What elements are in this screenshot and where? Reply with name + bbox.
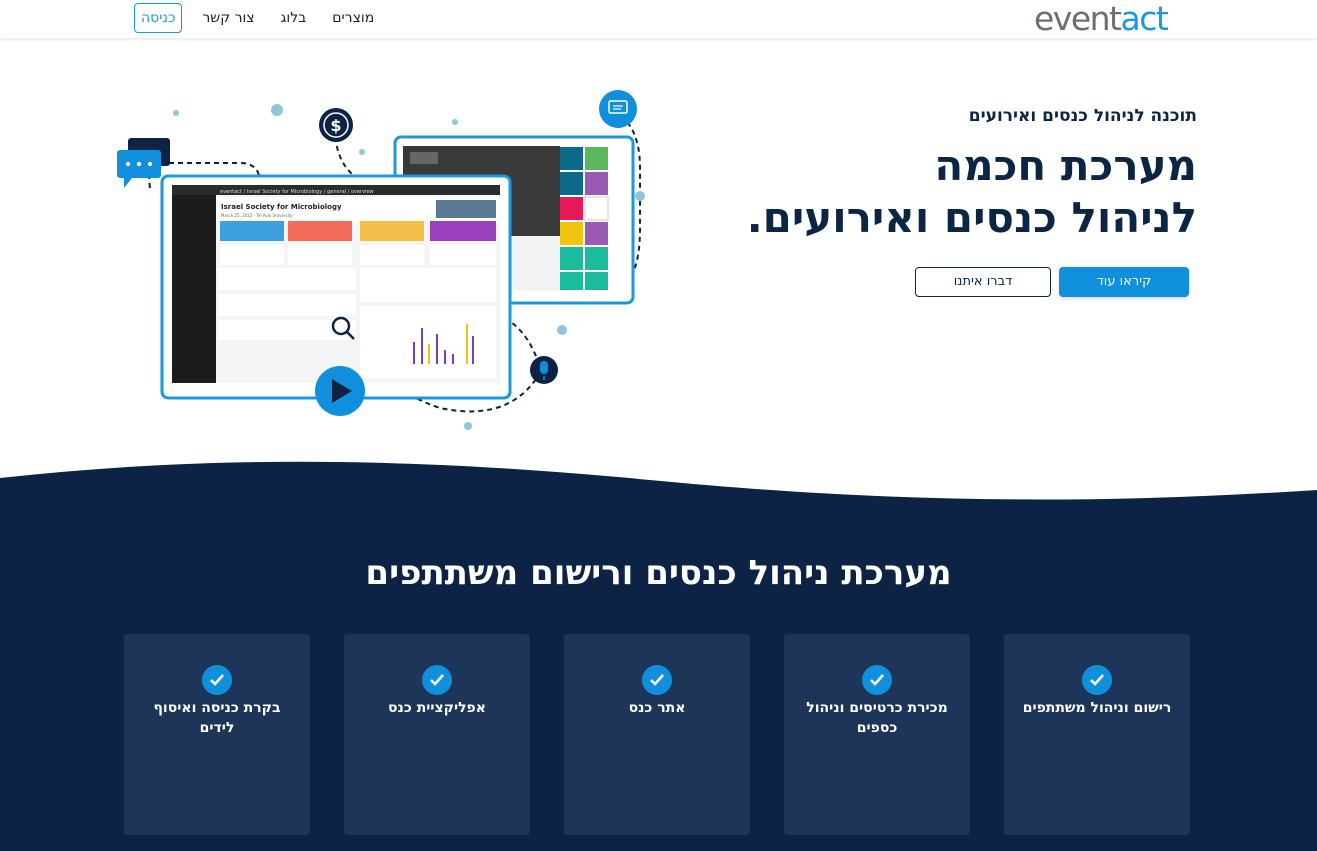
checkmark-icon xyxy=(862,665,892,695)
feature-card-label: אפליקציית כנס xyxy=(388,700,486,716)
nav-link-products[interactable]: מוצרים xyxy=(332,10,374,26)
checkmark-icon xyxy=(422,665,452,695)
play-icon[interactable] xyxy=(315,366,365,416)
checkmark-icon xyxy=(1082,665,1112,695)
feature-card-label: אתר כנס xyxy=(628,700,686,716)
feature-card[interactable]: אתר כנס xyxy=(564,634,750,835)
mockup-date: March 25, 2022 - Tel Aviv University xyxy=(221,213,293,218)
nav-links: כניסה צור קשר בלוג מוצרים xyxy=(134,3,400,33)
microphone-icon xyxy=(530,356,558,384)
nav-link-contact[interactable]: צור קשר xyxy=(202,10,254,26)
hero-title-line2: לניהול כנסים ואירועים. xyxy=(746,193,1197,242)
message-icon xyxy=(599,90,637,128)
feature-card[interactable]: מכירת כרטיסים וניהול כספים xyxy=(784,634,970,835)
read-more-button[interactable]: קיראו עוד xyxy=(1059,267,1189,297)
hero-subtitle: תוכנה לניהול כנסים ואירועים xyxy=(968,106,1197,126)
feature-card[interactable]: רישום וניהול משתתפים xyxy=(1004,634,1190,835)
nav-link-blog[interactable]: בלוג xyxy=(281,10,307,26)
hero-illustration: $ eventact / Israel Society for Microbio… xyxy=(117,90,645,430)
features-title: מערכת ניהול כנסים ורישום משתתפים xyxy=(365,553,952,593)
top-navbar: eventact כניסה צור קשר בלוג מוצרים xyxy=(0,0,1317,38)
feature-card-label: מכירת כרטיסים וניהול כספים xyxy=(806,700,948,736)
eventact-logo[interactable]: eventact xyxy=(1034,0,1169,38)
feature-card[interactable]: בקרת כניסה ואיסוף לידים xyxy=(124,634,310,835)
svg-text:$: $ xyxy=(330,116,341,135)
checkmark-icon xyxy=(202,665,232,695)
dollar-icon: $ xyxy=(319,108,353,142)
logo-suffix: act xyxy=(1120,0,1169,38)
login-button[interactable]: כניסה xyxy=(134,3,183,33)
feature-card-label: רישום וניהול משתתפים xyxy=(1022,700,1172,716)
feature-card[interactable]: אפליקציית כנס xyxy=(344,634,530,835)
logo-prefix: event xyxy=(1034,0,1122,38)
checkmark-icon xyxy=(642,665,672,695)
feature-card-label: בקרת כניסה ואיסוף לידים xyxy=(153,700,281,736)
mockup-header: eventact / Israel Society for Microbiolo… xyxy=(220,189,374,195)
hero-title: מערכת חכמה לניהול כנסים ואירועים. xyxy=(637,140,1197,244)
mockup-title: Israel Society for Microbiology xyxy=(221,203,342,211)
hero-title-line1: מערכת חכמה xyxy=(934,141,1197,190)
contact-us-button[interactable]: דברו איתנו xyxy=(915,267,1051,297)
